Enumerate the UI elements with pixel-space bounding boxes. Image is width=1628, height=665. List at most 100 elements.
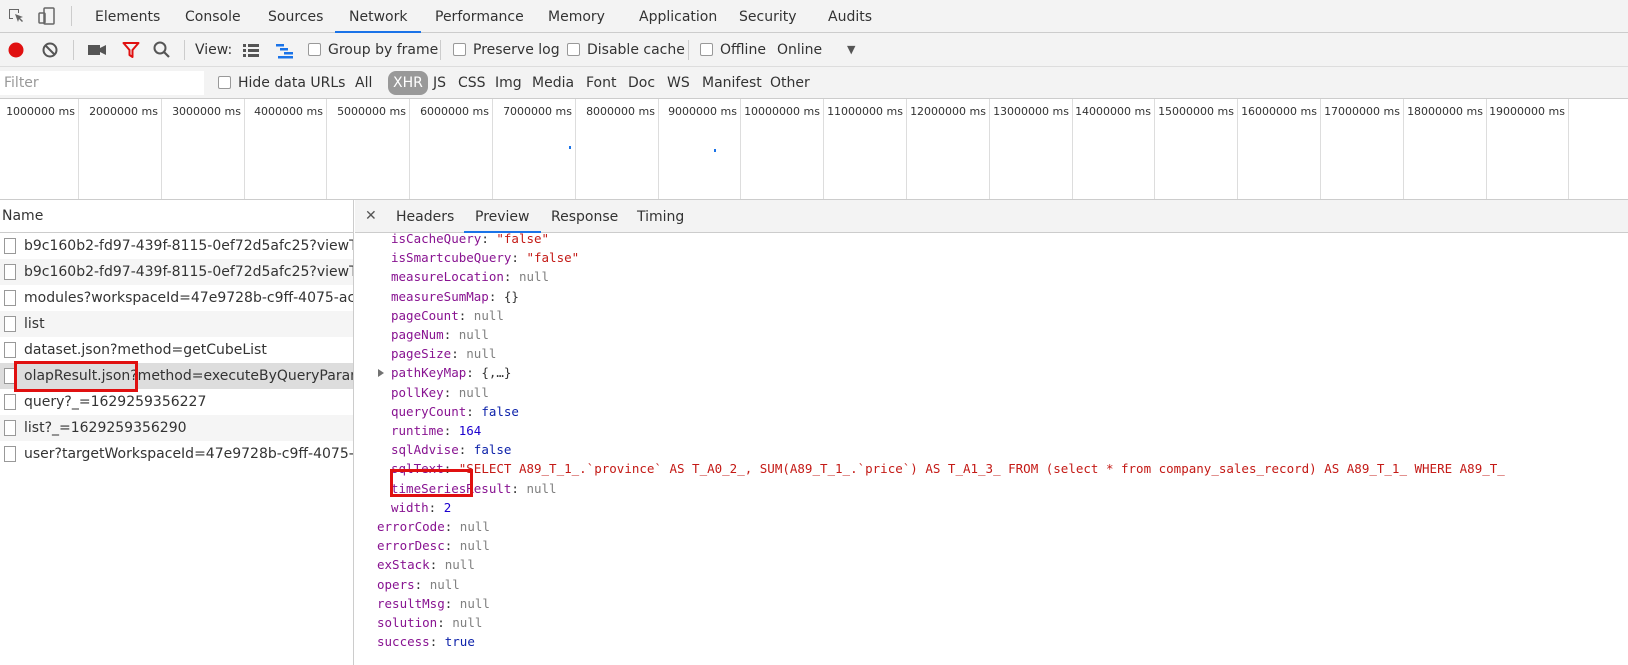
json-property[interactable]: sqlAdvise: false [391, 440, 511, 460]
search-icon[interactable] [153, 33, 171, 67]
tab-headers[interactable]: Headers [385, 200, 465, 233]
device-toolbar-icon[interactable] [38, 7, 56, 25]
camera-icon[interactable] [87, 33, 107, 67]
timeline-gridline [409, 99, 410, 199]
preserve-log-checkbox[interactable]: Preserve log [453, 33, 560, 67]
request-row[interactable]: b9c160b2-fd97-439f-8115-0ef72d5afc25?vie… [0, 259, 353, 285]
hide-data-urls-checkbox[interactable]: Hide data URLs [213, 71, 350, 95]
timeline-tick-label: 18000000 ms [1407, 105, 1483, 118]
tab-preview[interactable]: Preview [464, 200, 541, 233]
disable-cache-label: Disable cache [587, 42, 685, 58]
filter-type-doc[interactable]: Doc [623, 71, 660, 95]
expand-triangle-icon[interactable] [378, 369, 384, 378]
separator [184, 40, 185, 60]
json-value: 2 [443, 499, 452, 515]
filter-input[interactable] [0, 71, 204, 95]
timeline-tick-label: 19000000 ms [1489, 105, 1565, 118]
filter-type-all[interactable]: All [350, 71, 377, 95]
waterfall-icon[interactable] [275, 33, 295, 67]
filter-type-font[interactable]: Font [581, 71, 621, 95]
close-icon[interactable]: ✕ [365, 200, 377, 233]
throttling-value: Online [777, 42, 823, 58]
tab-timing[interactable]: Timing [626, 200, 695, 233]
request-row[interactable]: b9c160b2-fd97-439f-8115-0ef72d5afc25?vie… [0, 233, 353, 259]
request-row[interactable]: dataset.json?method=getCubeList [0, 337, 353, 363]
json-property[interactable]: errorCode: null [377, 517, 490, 537]
tab-audits[interactable]: Audits [814, 0, 886, 33]
json-value: null [518, 269, 550, 285]
json-colon: : [444, 519, 460, 534]
tab-sources[interactable]: Sources [254, 0, 337, 33]
json-property[interactable]: resultMsg: null [377, 594, 490, 614]
json-property[interactable]: pollKey: null [391, 383, 489, 403]
tab-console[interactable]: Console [171, 0, 255, 33]
timeline-tick-label: 6000000 ms [420, 105, 489, 118]
filter-type-xhr[interactable]: XHR [388, 71, 428, 95]
request-row[interactable]: user?targetWorkspaceId=47e9728b-c9ff-407… [0, 441, 353, 467]
tab-memory[interactable]: Memory [534, 0, 619, 33]
timeline-overview[interactable]: 1000000 ms 2000000 ms 3000000 ms 4000000 ms… [0, 99, 1628, 200]
request-row[interactable]: list [0, 311, 353, 337]
json-value: null [459, 519, 490, 534]
json-property[interactable]: width: 2 [391, 498, 451, 518]
json-property[interactable]: pageCount: null [391, 306, 504, 326]
json-property[interactable]: isCacheQuery: "false" [391, 233, 549, 249]
json-key: exStack [377, 557, 430, 573]
request-name: user?targetWorkspaceId=47e9728b-c9ff-407… [24, 446, 353, 462]
request-row[interactable]: modules?workspaceId=47e9728b-c9ff-4075-a… [0, 285, 353, 311]
json-colon: : [481, 233, 497, 246]
filter-type-img[interactable]: Img [490, 71, 527, 95]
inspect-element-icon[interactable] [8, 8, 24, 24]
json-property[interactable]: pathKeyMap: {,…} [378, 363, 511, 383]
filter-type-css[interactable]: CSS [453, 71, 491, 95]
json-colon: : [458, 442, 474, 458]
json-property[interactable]: sqlText: "SELECT A89_T_1_.`province` AS … [391, 459, 1505, 479]
json-property[interactable]: measureSumMap: {} [391, 287, 519, 307]
json-property[interactable]: exStack: null [377, 555, 475, 575]
json-property[interactable]: runtime: 164 [391, 421, 481, 441]
json-property[interactable]: solution: null [377, 613, 482, 633]
json-property[interactable]: isSmartcubeQuery: "false" [391, 248, 579, 268]
json-property[interactable]: pageNum: null [391, 325, 489, 345]
timeline-gridline [989, 99, 990, 199]
request-row[interactable]: list?_=1629259356290 [0, 415, 353, 441]
tab-security[interactable]: Security [725, 0, 811, 33]
json-property[interactable]: queryCount: false [391, 402, 519, 422]
filter-icon[interactable] [122, 33, 140, 67]
group-by-frame-checkbox[interactable]: Group by frame [308, 33, 438, 67]
tab-elements[interactable]: Elements [81, 0, 174, 33]
filter-type-manifest[interactable]: Manifest [697, 71, 767, 95]
json-property[interactable]: errorDesc: null [377, 536, 490, 556]
view-label: View: [195, 42, 233, 58]
timeline-tick-label: 1000000 ms [6, 105, 75, 118]
filter-type-other[interactable]: Other [765, 71, 815, 95]
json-property[interactable]: pageSize: null [391, 344, 496, 364]
timeline-gridline [906, 99, 907, 199]
name-column-header[interactable]: Name [0, 200, 353, 233]
throttling-select[interactable]: Online ▼ [777, 33, 887, 67]
timeline-gridline [1403, 99, 1404, 199]
json-property[interactable]: opers: null [377, 575, 460, 595]
tab-response[interactable]: Response [540, 200, 629, 233]
timeline-tick-label: 11000000 ms [827, 105, 903, 118]
filter-type-media[interactable]: Media [527, 71, 579, 95]
tab-performance[interactable]: Performance [421, 0, 538, 33]
json-property[interactable]: measureLocation: null [391, 267, 549, 287]
clear-icon[interactable] [41, 33, 59, 67]
filter-type-js[interactable]: JS [428, 71, 451, 95]
json-preview[interactable]: isCacheQuery: "false" isSmartcubeQuery: "… [355, 233, 1628, 665]
record-icon[interactable] [7, 33, 25, 67]
json-property[interactable]: success: true [377, 632, 475, 652]
tab-network[interactable]: Network [335, 0, 422, 33]
checkbox-box [567, 43, 580, 56]
tab-application[interactable]: Application [625, 0, 731, 33]
json-value: false [473, 442, 512, 458]
disable-cache-checkbox[interactable]: Disable cache [567, 33, 685, 67]
large-rows-icon[interactable] [242, 33, 260, 67]
json-colon: : [443, 384, 459, 400]
timeline-gridline [1237, 99, 1238, 199]
offline-checkbox[interactable]: Offline [700, 33, 766, 67]
request-row[interactable]: query?_=1629259356227 [0, 389, 353, 415]
json-colon: : [428, 499, 444, 515]
filter-type-ws[interactable]: WS [662, 71, 695, 95]
